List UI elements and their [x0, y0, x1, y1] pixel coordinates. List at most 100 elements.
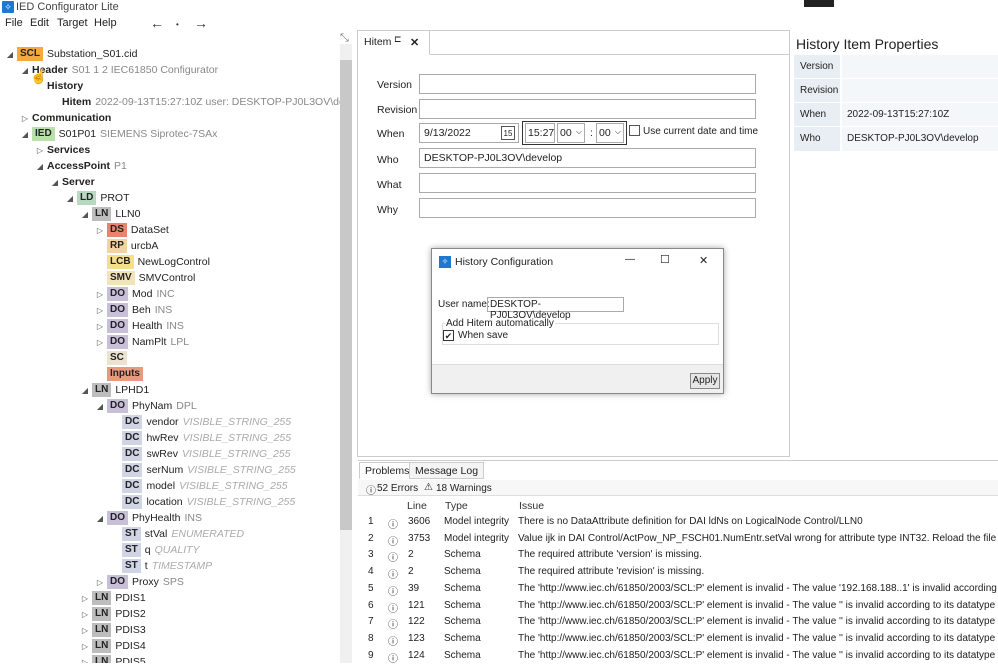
tree-node[interactable]: ◢ LD PROT [65, 190, 130, 206]
expand-open-icon[interactable]: ◢ [35, 162, 45, 171]
tree-node[interactable]: ▷ DO Proxy SPS [95, 574, 184, 590]
tree-node[interactable]: Inputs [95, 366, 147, 382]
tree-node[interactable]: DC swRev VISIBLE_STRING_255 [110, 446, 291, 462]
second-select[interactable]: 00 ⌵ [596, 123, 624, 143]
expand-closed-icon[interactable]: ▷ [95, 226, 105, 235]
what-field[interactable] [419, 173, 756, 193]
tree-node[interactable]: DC location VISIBLE_STRING_255 [110, 494, 295, 510]
tree-node[interactable]: DC hwRev VISIBLE_STRING_255 [110, 430, 291, 446]
table-row[interactable]: 4 ⓘ 2 Schema The required attribute 'revisio… [358, 563, 998, 580]
table-row[interactable]: 1 ⓘ 3606 Model integrity There is no DataAtt… [358, 513, 998, 530]
tree-scrollbar-thumb[interactable] [340, 60, 352, 530]
error-count[interactable]: 52 Errors [377, 483, 418, 494]
tree-node[interactable]: ▷ LN PDIS3 [80, 622, 146, 638]
menu-file[interactable]: File [5, 17, 23, 29]
pin-icon[interactable]: ⊏ [394, 34, 402, 45]
table-row[interactable]: 5 ⓘ 39 Schema The 'http://www.iec.ch/61850/2… [358, 580, 998, 597]
tree-node[interactable]: ◢ SCL Substation_S01.cid [5, 46, 137, 62]
why-field[interactable] [419, 198, 756, 218]
tree-node[interactable]: Hitem 2022-09-13T15:27:10Z user: DESKTOP-… [50, 94, 352, 110]
forward-arrow-icon[interactable]: → [194, 15, 208, 31]
warning-count[interactable]: 18 Warnings [436, 483, 492, 494]
tree-node[interactable]: ◢ AccessPoint P1 [35, 158, 127, 174]
expand-closed-icon[interactable]: ▷ [95, 578, 105, 587]
tree-node[interactable]: ▷ Communication [20, 110, 111, 126]
tree-node[interactable]: DC serNum VISIBLE_STRING_255 [110, 462, 296, 478]
tree-node[interactable]: ▷ LN PDIS4 [80, 638, 146, 654]
maximize-icon[interactable]: ☐ [660, 253, 670, 266]
expand-closed-icon[interactable]: ▷ [95, 290, 105, 299]
tree-node[interactable]: ◢ Server [50, 174, 95, 190]
tree-node[interactable]: SMV SMVControl [95, 270, 195, 286]
expand-closed-icon[interactable]: ▷ [95, 338, 105, 347]
tree-node[interactable]: ▷ LN PDIS2 [80, 606, 146, 622]
tree-node[interactable]: ▷ DO Health INS [95, 318, 184, 334]
expand-closed-icon[interactable]: ▷ [80, 594, 90, 603]
menu-edit[interactable]: Edit [30, 17, 49, 29]
expand-open-icon[interactable]: ◢ [65, 194, 75, 203]
expand-open-icon[interactable]: ◢ [80, 386, 90, 395]
tree-node[interactable]: SC [95, 350, 131, 366]
tree-node[interactable]: ▷ DO NamPlt LPL [95, 334, 189, 350]
tree-node[interactable]: ◢ IED S01P01 SIEMENS Siprotec-7SAx [20, 126, 217, 142]
tab-message-log[interactable]: Message Log [409, 462, 485, 479]
expand-closed-icon[interactable]: ▷ [35, 146, 45, 155]
tree-node[interactable]: ▷ DO Mod INC [95, 286, 175, 302]
menu-target[interactable]: Target [57, 17, 88, 29]
table-row[interactable]: 9 ⓘ 124 Schema The 'http://www.iec.ch/61850/… [358, 647, 998, 664]
tree-node[interactable]: ◢ DO PhyNam DPL [95, 398, 197, 414]
tree-node[interactable]: RP urcbA [95, 238, 158, 254]
expand-open-icon[interactable]: ◢ [95, 402, 105, 411]
tree-node[interactable]: ▷ LN PDIS5 [80, 654, 146, 663]
tree-node[interactable]: ▷ DS DataSet [95, 222, 169, 238]
user-name-field[interactable]: DESKTOP-PJ0L3OV\develop [487, 297, 624, 321]
tree-node[interactable]: ▷ LN PDIS1 [80, 590, 146, 606]
tree-node[interactable]: ST t TIMESTAMP [110, 558, 212, 574]
expand-open-icon[interactable]: ◢ [95, 514, 105, 523]
close-icon[interactable]: ✕ [699, 254, 708, 267]
expand-open-icon[interactable]: ◢ [5, 50, 15, 59]
expand-open-icon[interactable]: ◢ [20, 66, 30, 75]
tab-problems[interactable]: Problems [359, 462, 416, 479]
version-field[interactable] [419, 74, 756, 94]
close-tab-icon[interactable]: ✕ [410, 36, 419, 49]
expand-open-icon[interactable]: ◢ [20, 130, 30, 139]
tree-node[interactable]: DC vendor VISIBLE_STRING_255 [110, 414, 291, 430]
expand-closed-icon[interactable]: ▷ [80, 658, 90, 664]
tree-node[interactable]: ▷ DO Beh INS [95, 302, 172, 318]
use-current-checkbox[interactable] [629, 125, 640, 136]
minute-select[interactable]: 00 ⌵ [557, 123, 585, 143]
expand-closed-icon[interactable]: ▷ [80, 626, 90, 635]
expand-open-icon[interactable]: ◢ [80, 210, 90, 219]
tree-node[interactable]: ◢ LN LLN0 [80, 206, 140, 222]
who-field[interactable]: DESKTOP-PJ0L3OV\develop [419, 148, 756, 168]
table-row[interactable]: 8 ⓘ 123 Schema The 'http://www.iec.ch/61850/… [358, 630, 998, 647]
expand-open-icon[interactable]: ◢ [50, 178, 60, 187]
date-field[interactable]: 9/13/2022 15 [419, 123, 519, 143]
table-row[interactable]: 3 ⓘ 2 Schema The required attribute 'version… [358, 546, 998, 563]
expand-closed-icon[interactable]: ▷ [20, 114, 30, 123]
tree-node[interactable]: ◢ LN LPHD1 [80, 382, 149, 398]
menu-help[interactable]: Help [94, 17, 117, 29]
table-row[interactable]: 2 ⓘ 3753 Model integrity Value ijk in DAI Co… [358, 530, 998, 547]
tree-node[interactable]: DC model VISIBLE_STRING_255 [110, 478, 288, 494]
tree-node[interactable]: ◢ DO PhyHealth INS [95, 510, 202, 526]
tree-node[interactable]: ▷ Services [35, 142, 90, 158]
calendar-icon[interactable]: 15 [501, 126, 515, 140]
hour-field[interactable]: 15:27 [525, 123, 555, 143]
expand-closed-icon[interactable]: ▷ [80, 642, 90, 651]
tree-node[interactable]: LCB NewLogControl [95, 254, 210, 270]
tab-hitem[interactable]: Hitem ⊏ ✕ [358, 31, 430, 55]
tree-node[interactable]: ST q QUALITY [110, 542, 200, 558]
tree-node[interactable]: ◢ Header S01 1 2 IEC61850 Configurator [20, 62, 218, 78]
tree-node[interactable]: ST stVal ENUMERATED [110, 526, 244, 542]
table-row[interactable]: 7 ⓘ 122 Schema The 'http://www.iec.ch/61850/… [358, 613, 998, 630]
when-save-checkbox[interactable]: ✔ [443, 330, 454, 341]
revision-field[interactable] [419, 99, 756, 119]
expand-closed-icon[interactable]: ▷ [80, 610, 90, 619]
expand-closed-icon[interactable]: ▷ [95, 306, 105, 315]
minimize-icon[interactable]: — [625, 254, 635, 265]
table-row[interactable]: 6 ⓘ 121 Schema The 'http://www.iec.ch/61850/… [358, 597, 998, 614]
apply-button[interactable]: Apply [690, 373, 720, 389]
history-dropdown-icon[interactable]: • [176, 20, 179, 29]
